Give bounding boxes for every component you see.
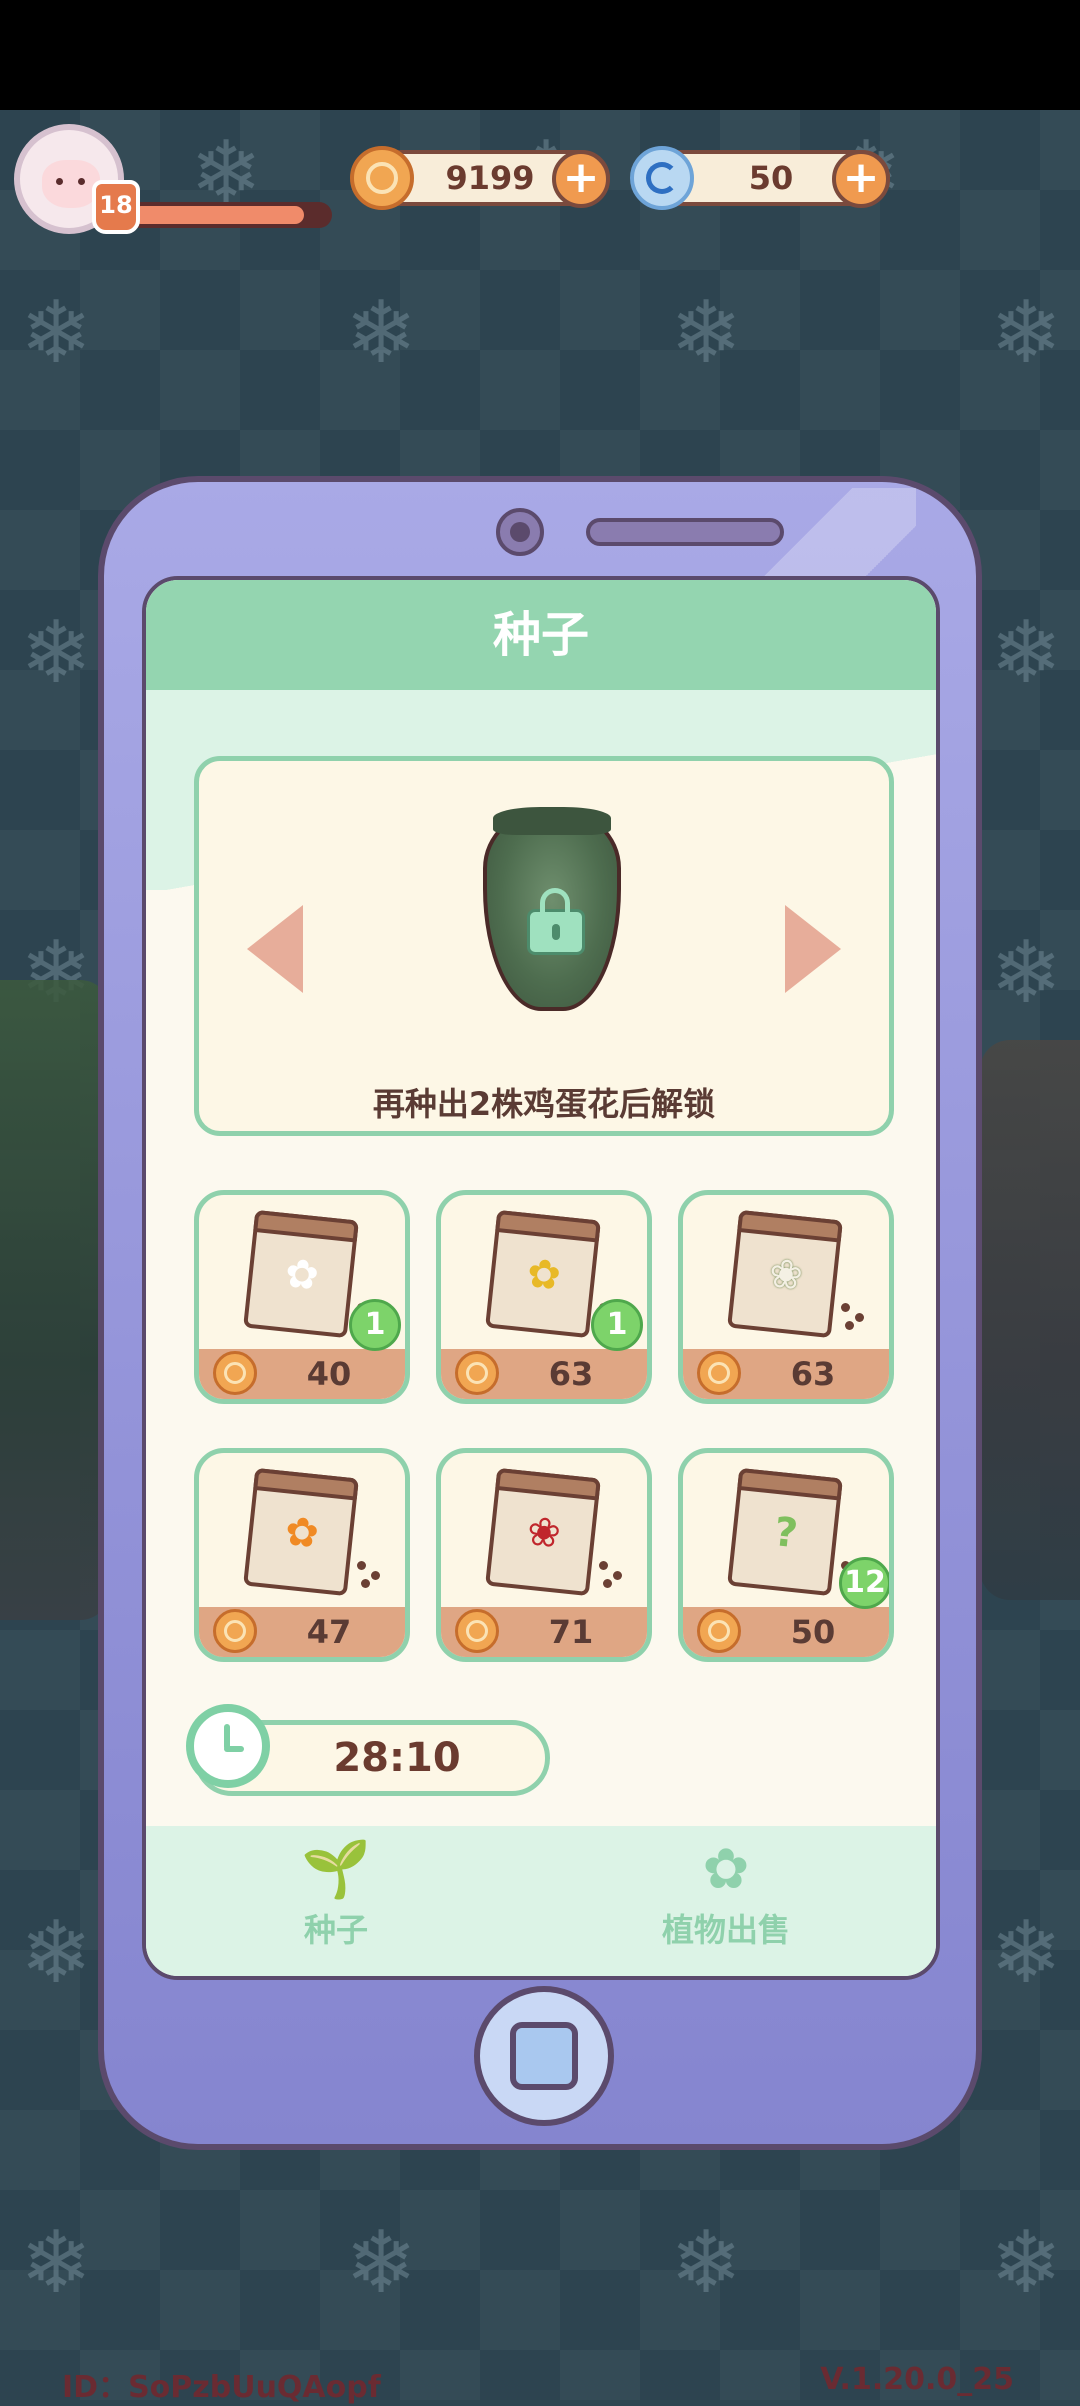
featured-seed-panel: 再种出2株鸡蛋花后解锁 xyxy=(194,756,894,1136)
snowflake-icon: ❄ xyxy=(20,283,93,383)
seed-packet-icon: ? xyxy=(727,1467,843,1597)
previous-arrow-button[interactable] xyxy=(247,905,303,993)
snowflake-icon: ❄ xyxy=(990,603,1063,703)
unlock-requirement-text: 再种出2株鸡蛋花后解锁 xyxy=(372,1085,716,1123)
tab-seeds[interactable]: 🌱 种子 xyxy=(236,1826,436,1976)
screen-header: 种子 xyxy=(146,580,936,690)
sprout-icon: 🌱 xyxy=(301,1837,371,1902)
seed-card[interactable]: ❀ 71 xyxy=(436,1448,652,1662)
coin-icon xyxy=(697,1351,741,1395)
tab-seeds-label: 种子 xyxy=(303,1911,368,1949)
locked-vase-icon xyxy=(483,807,621,1011)
player-id: ID：SoPzbUuQAopf xyxy=(62,2370,381,2405)
seed-price: 50 xyxy=(790,1613,836,1651)
greenhouse-scenery-left xyxy=(0,980,110,1620)
snowflake-icon: ❄ xyxy=(345,2213,418,2313)
coin-icon xyxy=(697,1609,741,1653)
add-gems-button[interactable]: + xyxy=(832,150,890,208)
seed-packet-icon: ✿ xyxy=(243,1467,359,1597)
seed-price: 63 xyxy=(790,1355,836,1393)
seed-card[interactable]: ✿ 1 63 xyxy=(436,1190,652,1404)
lock-icon xyxy=(527,888,585,955)
seed-count-badge: 12 xyxy=(839,1557,889,1609)
seed-price: 47 xyxy=(306,1613,352,1651)
page-title: 种子 xyxy=(492,607,589,663)
snowflake-icon: ❄ xyxy=(990,283,1063,383)
flower-gift-icon: ✿ xyxy=(702,1837,750,1902)
next-arrow-button[interactable] xyxy=(785,905,841,993)
clock-icon xyxy=(186,1704,270,1788)
coin-icon xyxy=(213,1609,257,1653)
xp-progress-bar xyxy=(128,202,332,228)
snowflake-icon: ❄ xyxy=(20,603,93,703)
seed-packet-icon: ❀ xyxy=(485,1467,601,1597)
add-coins-button[interactable]: + xyxy=(552,150,610,208)
snowflake-icon: ❄ xyxy=(990,2213,1063,2313)
spiral-gem-icon xyxy=(630,146,694,210)
seed-count-badge: 1 xyxy=(591,1299,643,1351)
seed-card[interactable]: ? 12 50 xyxy=(678,1448,894,1662)
snowflake-icon: ❄ xyxy=(990,1903,1063,2003)
seed-price: 63 xyxy=(548,1355,594,1393)
level-badge: 18 xyxy=(92,180,140,234)
seed-count-badge: 1 xyxy=(349,1299,401,1351)
coin-icon xyxy=(455,1351,499,1395)
version-label: V.1.20.0_25 xyxy=(820,2362,1014,2397)
phone-camera-icon xyxy=(496,508,544,556)
tab-plant-sale-label: 植物出售 xyxy=(661,1911,790,1949)
seed-card[interactable]: ✿ 1 40 xyxy=(194,1190,410,1404)
seed-card[interactable]: ❀ 63 xyxy=(678,1190,894,1404)
phone-device: 种子 再种出2株鸡蛋花后解锁 ✿ 1 40 ✿ 1 63 ❀ 63 ✿ 47 ❀… xyxy=(98,476,982,2150)
xp-progress-fill xyxy=(132,206,305,224)
seed-packet-icon: ❀ xyxy=(727,1209,843,1339)
snowflake-icon: ❄ xyxy=(990,923,1063,1023)
phone-screen: 种子 再种出2株鸡蛋花后解锁 ✿ 1 40 ✿ 1 63 ❀ 63 ✿ 47 ❀… xyxy=(142,576,940,1980)
snowflake-icon: ❄ xyxy=(345,283,418,383)
coin-icon xyxy=(350,146,414,210)
seed-price: 71 xyxy=(548,1613,594,1651)
snowflake-icon: ❄ xyxy=(20,1903,93,2003)
seed-packet-icon: ✿ xyxy=(243,1209,359,1339)
seed-price: 40 xyxy=(306,1355,352,1393)
greenhouse-scenery-right xyxy=(980,1040,1080,1600)
snowflake-icon: ❄ xyxy=(20,2213,93,2313)
seed-card[interactable]: ✿ 47 xyxy=(194,1448,410,1662)
phone-speaker xyxy=(586,518,784,546)
snowflake-icon: ❄ xyxy=(670,2213,743,2313)
snowflake-icon: ❄ xyxy=(670,283,743,383)
status-bar xyxy=(0,0,1080,110)
tab-plant-sale[interactable]: ✿ 植物出售 xyxy=(606,1826,846,1976)
seed-packet-icon: ✿ xyxy=(485,1209,601,1339)
bottom-tab-bar: 🌱 种子 ✿ 植物出售 xyxy=(146,1826,936,1976)
phone-home-button[interactable] xyxy=(474,1986,614,2126)
coin-icon xyxy=(213,1351,257,1395)
coin-icon xyxy=(455,1609,499,1653)
